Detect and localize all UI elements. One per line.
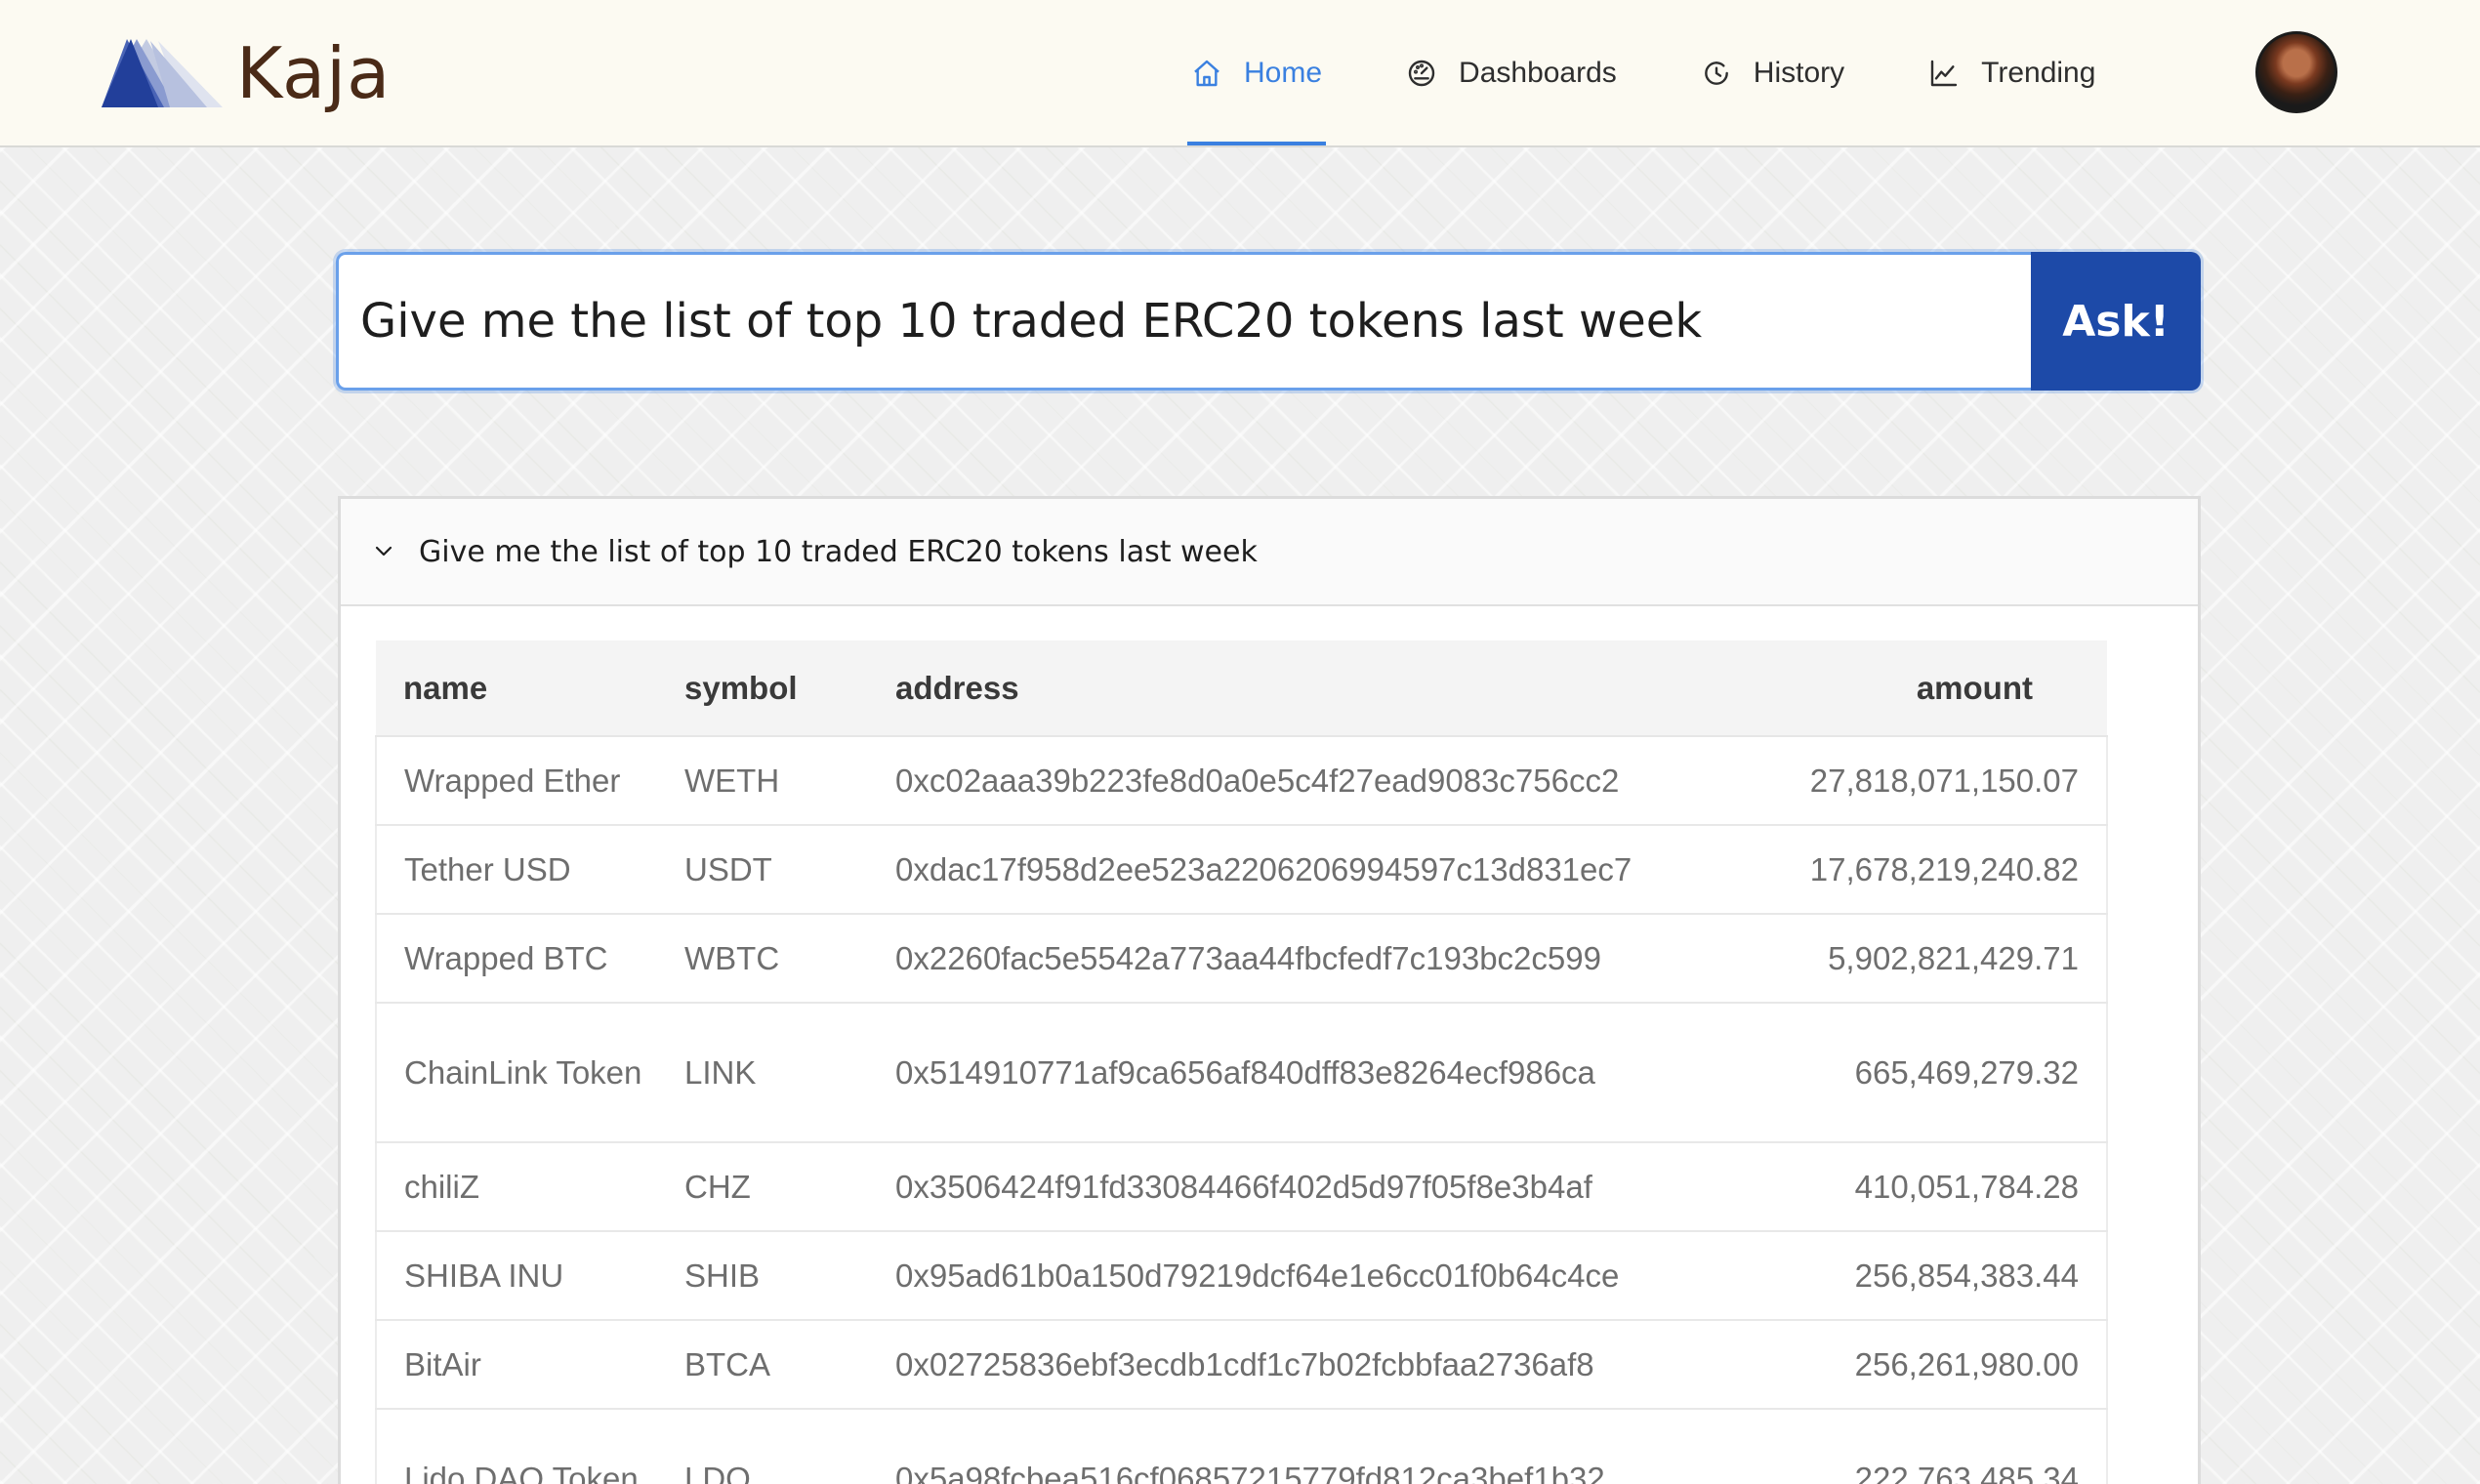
- cell-symbol: WBTC: [657, 914, 868, 1004]
- result-panel: Give me the list of top 10 traded ERC20 …: [338, 496, 2201, 1484]
- result-panel-header[interactable]: Give me the list of top 10 traded ERC20 …: [341, 499, 2198, 606]
- trending-chart-icon: [1930, 60, 1958, 86]
- cell-symbol: WETH: [657, 736, 868, 826]
- logo-text: Kaja: [236, 32, 392, 114]
- table-row: Lido DAO Token LDO 0x5a98fcbea516cf06857…: [375, 1409, 2108, 1484]
- cell-amount: 27,818,071,150.07: [1742, 736, 2108, 826]
- user-avatar[interactable]: [2255, 31, 2337, 113]
- cell-symbol: BTCA: [657, 1320, 868, 1410]
- chevron-down-icon: [375, 546, 393, 556]
- result-title: Give me the list of top 10 traded ERC20 …: [419, 534, 1258, 569]
- cell-name: ChainLink Token: [375, 1003, 657, 1143]
- cell-name: Wrapped Ether: [375, 736, 657, 826]
- dashboard-gauge-icon: [1408, 60, 1435, 86]
- logo[interactable]: Kaja: [102, 29, 391, 117]
- nav-dashboards-label: Dashboards: [1459, 56, 1617, 89]
- cell-name: SHIBA INU: [375, 1231, 657, 1321]
- nav-home[interactable]: Home: [1187, 0, 1327, 145]
- cell-address: 0xdac17f958d2ee523a2206206994597c13d831e…: [868, 825, 1742, 915]
- history-clock-icon: [1704, 61, 1728, 85]
- cell-name: Lido DAO Token: [375, 1409, 657, 1484]
- table-row: SHIBA INU SHIB 0x95ad61b0a150d79219dcf64…: [375, 1231, 2108, 1321]
- ask-button[interactable]: Ask!: [2031, 252, 2201, 391]
- cell-name: Wrapped BTC: [375, 914, 657, 1004]
- table-row: Wrapped Ether WETH 0xc02aaa39b223fe8d0a0…: [375, 736, 2108, 826]
- nav-trending[interactable]: Trending: [1924, 0, 2099, 145]
- cell-name: Tether USD: [375, 825, 657, 915]
- cell-name: chiliZ: [375, 1142, 657, 1232]
- table-row: BitAir BTCA 0x02725836ebf3ecdb1cdf1c7b02…: [375, 1320, 2108, 1410]
- table-row: ChainLink Token LINK 0x514910771af9ca656…: [375, 1003, 2108, 1143]
- cell-amount: 410,051,784.28: [1742, 1142, 2108, 1232]
- table-header-row: name symbol address amount: [376, 640, 2107, 737]
- cell-amount: 5,902,821,429.71: [1742, 914, 2108, 1004]
- cell-symbol: USDT: [657, 825, 868, 915]
- table-row: Tether USD USDT 0xdac17f958d2ee523a22062…: [375, 825, 2108, 915]
- nav-home-label: Home: [1244, 56, 1323, 89]
- column-header-name[interactable]: name: [376, 640, 657, 737]
- result-table: name symbol address amount Wrapped Ether…: [375, 640, 2108, 1484]
- cell-symbol: LINK: [657, 1003, 868, 1143]
- cell-address: 0x3506424f91fd33084466f402d5d97f05f8e3b4…: [868, 1142, 1742, 1232]
- column-header-symbol[interactable]: symbol: [657, 640, 868, 737]
- nav-history[interactable]: History: [1697, 0, 1848, 145]
- table-row: chiliZ CHZ 0x3506424f91fd33084466f402d5d…: [375, 1142, 2108, 1232]
- nav-history-label: History: [1753, 56, 1845, 89]
- cell-address: 0xc02aaa39b223fe8d0a0e5c4f27ead9083c756c…: [868, 736, 1742, 826]
- nav-trending-label: Trending: [1981, 56, 2096, 89]
- cell-symbol: LDO: [657, 1409, 868, 1484]
- column-header-amount[interactable]: amount: [1742, 640, 2107, 737]
- mountains-logo-icon: [102, 39, 223, 107]
- cell-amount: 256,854,383.44: [1742, 1231, 2108, 1321]
- top-header: Kaja Home Dashboards History Trending: [0, 0, 2480, 147]
- table-row: Wrapped BTC WBTC 0x2260fac5e5542a773aa44…: [375, 914, 2108, 1004]
- cell-address: 0x5a98fcbea516cf06857215779fd812ca3bef1b…: [868, 1409, 1742, 1484]
- cell-amount: 665,469,279.32: [1742, 1003, 2108, 1143]
- column-header-address[interactable]: address: [868, 640, 1742, 737]
- result-table-container: name symbol address amount Wrapped Ether…: [375, 640, 2108, 1484]
- home-icon: [1194, 60, 1219, 86]
- cell-address: 0x95ad61b0a150d79219dcf64e1e6cc01f0b64c4…: [868, 1231, 1742, 1321]
- cell-address: 0x514910771af9ca656af840dff83e8264ecf986…: [868, 1003, 1742, 1143]
- cell-address: 0x2260fac5e5542a773aa44fbcfedf7c193bc2c5…: [868, 914, 1742, 1004]
- cell-address: 0x02725836ebf3ecdb1cdf1c7b02fcbbfaa2736a…: [868, 1320, 1742, 1410]
- cell-amount: 17,678,219,240.82: [1742, 825, 2108, 915]
- main-nav: Home Dashboards History Trending: [1187, 0, 2175, 145]
- cell-name: BitAir: [375, 1320, 657, 1410]
- cell-symbol: CHZ: [657, 1142, 868, 1232]
- nav-dashboards[interactable]: Dashboards: [1402, 0, 1621, 145]
- query-search-bar: Ask!: [336, 252, 2201, 391]
- cell-amount: 256,261,980.00: [1742, 1320, 2108, 1410]
- cell-amount: 222,763,485.34: [1742, 1409, 2108, 1484]
- query-input[interactable]: [336, 252, 2031, 391]
- cell-symbol: SHIB: [657, 1231, 868, 1321]
